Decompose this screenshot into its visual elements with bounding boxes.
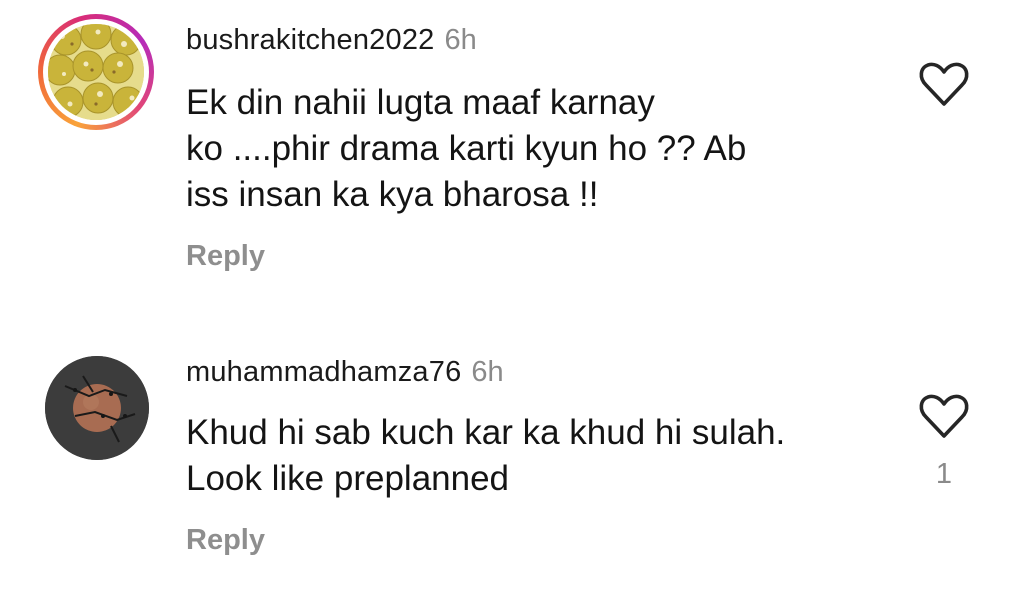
comment-item: muhammadhamza76 6h Khud hi sab kuch kar k… bbox=[0, 330, 1024, 600]
comment-header: bushrakitchen2022 6h bbox=[186, 22, 477, 58]
reply-button[interactable]: Reply bbox=[186, 522, 265, 558]
username-link[interactable]: muhammadhamza76 bbox=[186, 356, 461, 388]
comment-item: bushrakitchen2022 6h Ek din nahii lugta m… bbox=[0, 0, 1024, 300]
avatar-story-ring[interactable] bbox=[38, 14, 154, 130]
comment-text: Khud hi sab kuch kar ka khud hi sulah. L… bbox=[186, 413, 786, 498]
heart-outline-icon bbox=[919, 62, 969, 106]
moon-night-image bbox=[45, 356, 149, 460]
reply-button[interactable]: Reply bbox=[186, 238, 265, 274]
like-button[interactable] bbox=[918, 60, 970, 108]
laddoo-image bbox=[48, 24, 144, 120]
timestamp: 6h bbox=[444, 24, 477, 56]
heart-outline-icon bbox=[919, 394, 969, 438]
avatar-ring-gap bbox=[43, 19, 149, 125]
avatar[interactable] bbox=[45, 356, 149, 460]
comment-text: Ek din nahii lugta maaf karnay ko ....ph… bbox=[186, 83, 747, 214]
timestamp: 6h bbox=[471, 356, 504, 388]
like-count[interactable]: 1 bbox=[920, 456, 968, 492]
like-button[interactable] bbox=[918, 392, 970, 440]
username-link[interactable]: bushrakitchen2022 bbox=[186, 24, 434, 56]
avatar bbox=[48, 24, 144, 120]
comment-header: muhammadhamza76 6h bbox=[186, 354, 504, 390]
